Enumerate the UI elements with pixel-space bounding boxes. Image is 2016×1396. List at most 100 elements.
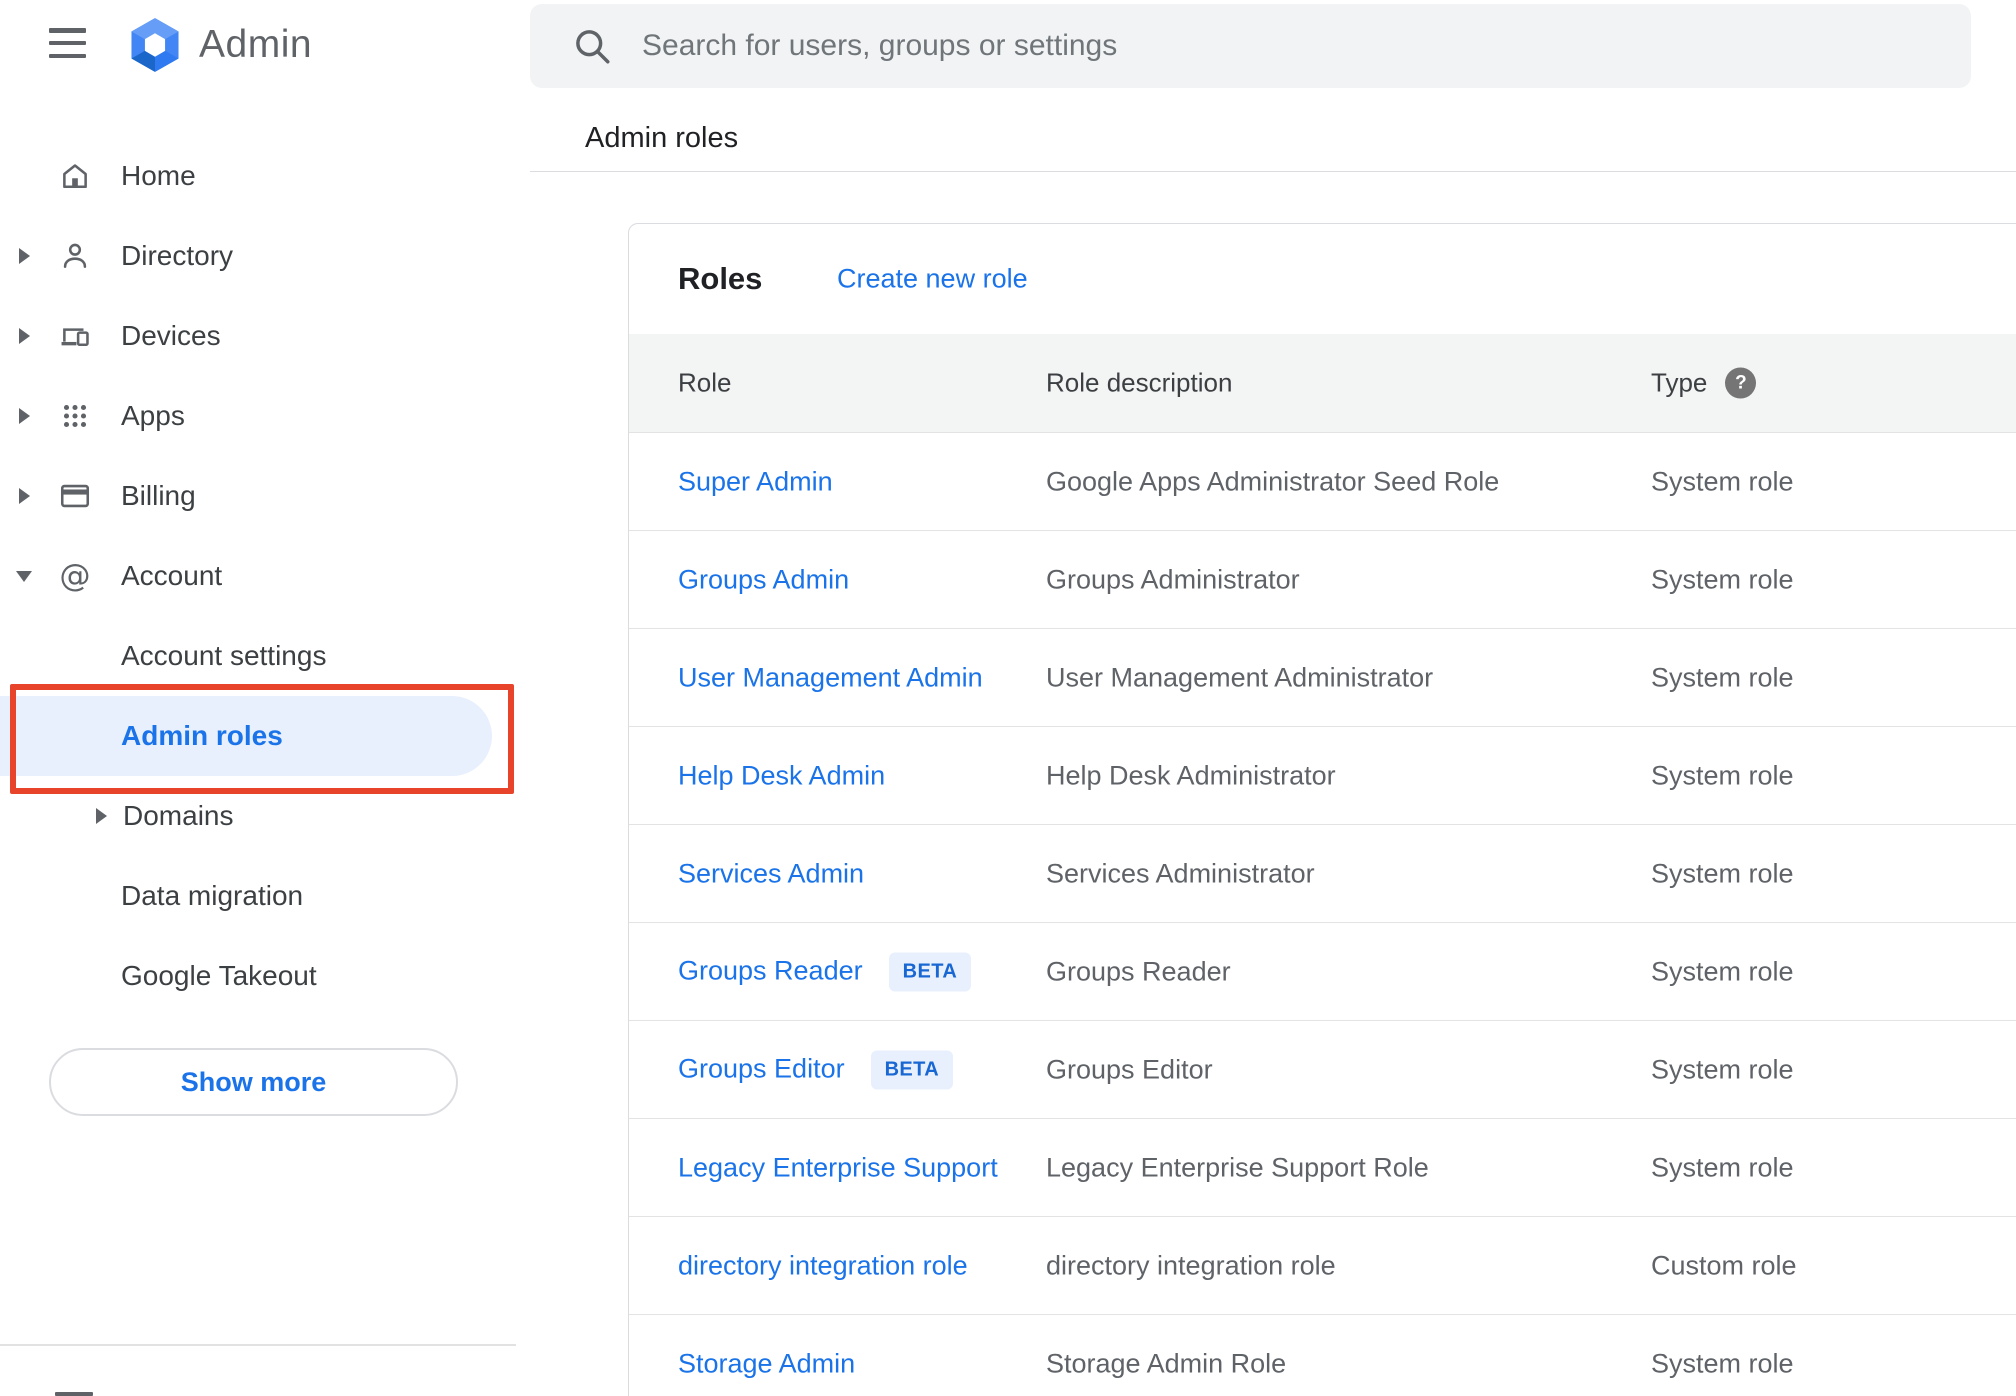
sidebar-item-home[interactable]: Home <box>0 136 516 216</box>
expand-arrow-icon[interactable] <box>19 408 30 424</box>
role-description-cell: Groups Editor <box>1046 1054 1213 1084</box>
role-link[interactable]: Groups Admin <box>678 564 849 594</box>
column-header-role-description: Role description <box>1046 367 1233 398</box>
role-type-cell: System role <box>1651 564 1794 594</box>
role-description-cell: directory integration role <box>1046 1250 1336 1280</box>
table-row: User Management Admin User Management Ad… <box>629 628 2016 726</box>
role-description-cell: Google Apps Administrator Seed Role <box>1046 466 1500 496</box>
table-row: Groups Admin Groups Administrator System… <box>629 530 2016 628</box>
home-icon <box>63 164 87 189</box>
sidebar-item-billing[interactable]: Billing <box>0 456 516 536</box>
search-icon <box>576 30 610 64</box>
role-link[interactable]: Groups Reader <box>678 955 863 985</box>
role-type-cell: System role <box>1651 466 1794 496</box>
sidebar-item-devices[interactable]: Devices <box>0 296 516 376</box>
table-row: Super Admin Google Apps Administrator Se… <box>629 432 2016 530</box>
sidebar-item-admin-roles[interactable]: Admin roles <box>0 696 516 776</box>
expand-arrow-icon[interactable] <box>19 248 30 264</box>
roles-card: Roles Create new role Role Role descript… <box>628 223 2016 1396</box>
role-link[interactable]: directory integration role <box>678 1250 968 1280</box>
sidebar-item-label: Account settings <box>121 640 327 671</box>
apps-grid-icon <box>63 404 87 428</box>
sidebar-bottom-divider <box>0 1344 516 1346</box>
sidebar-item-domains[interactable]: Domains <box>0 776 516 856</box>
table-header-row: Role Role description Type ? <box>629 334 2016 432</box>
collapse-arrow-icon[interactable] <box>16 570 32 582</box>
table-row: Groups Reader BETA Groups Reader System r… <box>629 922 2016 1020</box>
sidebar-item-data-migration[interactable]: Data migration <box>0 856 516 936</box>
role-type-cell: System role <box>1651 1348 1794 1378</box>
table-row: directory integration role directory int… <box>629 1216 2016 1314</box>
sidebar-item-label: Home <box>121 160 196 191</box>
role-description-cell: User Management Administrator <box>1046 662 1434 692</box>
role-link[interactable]: Services Admin <box>678 858 864 888</box>
sidebar-item-label: Devices <box>121 320 221 351</box>
role-link[interactable]: Storage Admin <box>678 1348 855 1378</box>
sidebar-item-label: Admin roles <box>121 720 283 751</box>
question-mark-help-icon[interactable]: ? <box>1725 367 1757 399</box>
global-search-bar[interactable] <box>530 4 1971 88</box>
role-description-cell: Storage Admin Role <box>1046 1348 1287 1378</box>
devices-icon <box>61 328 89 347</box>
expand-arrow-icon[interactable] <box>19 328 30 344</box>
role-type-cell: System role <box>1651 956 1794 986</box>
sidebar-item-directory[interactable]: Directory <box>0 216 516 296</box>
sidebar-item-label: Domains <box>123 800 234 831</box>
admin-console-page: Admin Home Directory Devices Apps Billin… <box>0 0 2016 1396</box>
role-description-cell: Legacy Enterprise Support Role <box>1046 1152 1429 1182</box>
person-icon <box>63 243 87 268</box>
role-type-cell: System role <box>1651 760 1794 790</box>
svg-text:@: @ <box>59 559 90 593</box>
search-input[interactable] <box>642 29 1971 63</box>
column-header-type: Type ? <box>1651 367 1757 399</box>
sidebar-item-label: Account <box>121 560 223 591</box>
table-row: Groups Editor BETA Groups Editor System r… <box>629 1020 2016 1118</box>
role-description-cell: Groups Administrator <box>1046 564 1300 594</box>
table-row: Services Admin Services Administrator Sy… <box>629 824 2016 922</box>
sidebar-item-account-settings[interactable]: Account settings <box>0 616 516 696</box>
sidebar-item-label: Data migration <box>121 880 304 911</box>
billing-card-icon <box>60 484 90 508</box>
sidebar-item-label: Billing <box>121 480 196 511</box>
app-title: Admin <box>199 23 313 66</box>
content-divider <box>530 171 2016 172</box>
column-header-type-label: Type <box>1651 367 1708 398</box>
show-more-button[interactable]: Show more <box>49 1048 458 1116</box>
sidebar-item-label: Google Takeout <box>121 960 317 991</box>
table-row: Storage Admin Storage Admin Role System … <box>629 1314 2016 1396</box>
role-type-cell: System role <box>1651 1152 1794 1182</box>
role-type-cell: System role <box>1651 662 1794 692</box>
role-type-cell: System role <box>1651 858 1794 888</box>
sidebar-item-google-takeout[interactable]: Google Takeout <box>0 936 516 1016</box>
role-link[interactable]: Super Admin <box>678 466 833 496</box>
admin-logo[interactable]: Admin <box>127 12 312 78</box>
table-row: Legacy Enterprise Support Legacy Enterpr… <box>629 1118 2016 1216</box>
column-header-role: Role <box>678 367 732 398</box>
create-new-role-link[interactable]: Create new role <box>837 264 1028 295</box>
role-type-cell: Custom role <box>1651 1250 1797 1280</box>
expand-arrow-icon[interactable] <box>96 808 107 824</box>
beta-badge: BETA <box>888 952 972 991</box>
sidebar: Admin Home Directory Devices Apps Billin… <box>0 0 516 1396</box>
admin-hexagon-logo-icon <box>131 18 179 72</box>
expand-arrow-icon[interactable] <box>19 488 30 504</box>
roles-card-header: Roles Create new role <box>629 224 2016 334</box>
hamburger-menu-icon[interactable] <box>46 26 90 60</box>
role-link[interactable]: User Management Admin <box>678 662 983 692</box>
role-link[interactable]: Help Desk Admin <box>678 760 885 790</box>
sidebar-header: Admin <box>0 0 516 90</box>
roles-table-body: Super Admin Google Apps Administrator Se… <box>629 432 2016 1396</box>
cut-off-nav-icon <box>55 1392 93 1396</box>
sidebar-item-label: Apps <box>121 400 185 431</box>
sidebar-nav: Home Directory Devices Apps Billing @ Ac… <box>0 136 516 1016</box>
role-description-cell: Services Administrator <box>1046 858 1315 888</box>
sidebar-item-label: Directory <box>121 240 234 271</box>
at-sign-icon: @ <box>59 559 90 593</box>
role-link[interactable]: Groups Editor <box>678 1053 845 1083</box>
sidebar-item-account[interactable]: @ Account <box>0 536 516 616</box>
role-description-cell: Help Desk Administrator <box>1046 760 1336 790</box>
role-link[interactable]: Legacy Enterprise Support <box>678 1152 998 1182</box>
beta-badge: BETA <box>870 1050 954 1089</box>
roles-title: Roles <box>678 261 763 296</box>
sidebar-item-apps[interactable]: Apps <box>0 376 516 456</box>
